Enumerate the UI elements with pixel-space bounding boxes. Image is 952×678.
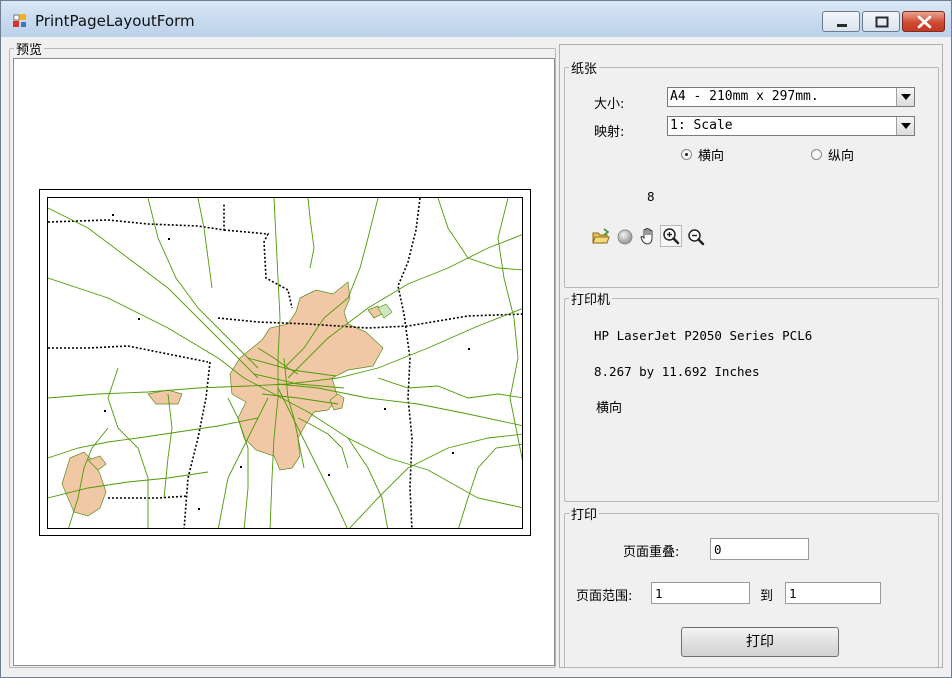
minimize-button[interactable] [822, 11, 860, 32]
chevron-down-icon [901, 94, 911, 100]
mapping-label: 映射: [594, 125, 625, 140]
range-to-input-value: 1 [789, 586, 797, 601]
chevron-down-icon [901, 123, 911, 129]
paper-dimensions: 8.267 by 11.692 Inches [594, 364, 760, 379]
map-page-frame[interactable] [39, 189, 531, 536]
app-window: PrintPageLayoutForm 预览 纸张 大小: A4 - 210mm… [0, 0, 952, 678]
preview-group-label: 预览 [16, 43, 43, 58]
range-from-input-value: 1 [655, 586, 663, 601]
form-icon [13, 14, 26, 27]
zoom-in-icon [663, 228, 680, 245]
window-title: PrintPageLayoutForm [35, 12, 195, 30]
lake [377, 303, 393, 319]
zoom-out-icon[interactable] [686, 227, 706, 247]
close-button[interactable] [902, 11, 945, 32]
page-range-label: 页面范围: [576, 589, 633, 604]
maximize-button[interactable] [862, 11, 900, 32]
range-to-input[interactable]: 1 [785, 582, 881, 604]
printer-name: HP LaserJet P2050 Series PCL6 [594, 328, 813, 343]
map-preview[interactable] [47, 197, 523, 529]
mapping-combobox-value: 1: Scale [670, 118, 733, 133]
landscape-radio-label[interactable]: 横向 [698, 145, 724, 164]
overlap-input[interactable]: 0 [710, 538, 809, 560]
paper-group-label: 纸张 [571, 62, 598, 77]
urban-areas [61, 281, 384, 517]
open-folder-icon[interactable] [591, 227, 611, 247]
map-image [48, 198, 522, 528]
portrait-radio-label[interactable]: 纵向 [828, 145, 854, 164]
printer-group: 打印机 [564, 289, 939, 502]
print-button[interactable]: 打印 [681, 627, 839, 657]
mapping-combobox[interactable]: 1: Scale [667, 116, 915, 136]
size-combobox[interactable]: A4 - 210mm x 297mm. [667, 87, 915, 107]
printer-orientation: 横向 [596, 401, 623, 416]
pan-hand-icon[interactable] [638, 226, 658, 246]
landscape-radio[interactable] [681, 149, 692, 160]
maximize-icon [875, 16, 889, 28]
portrait-radio[interactable] [811, 149, 822, 160]
mapping-dropdown-button[interactable] [896, 117, 914, 135]
size-label: 大小: [594, 97, 625, 112]
title-bar[interactable]: PrintPageLayoutForm [1, 1, 951, 37]
print-group-label: 打印 [571, 508, 598, 523]
page-count: 8 [647, 189, 655, 204]
close-icon [917, 15, 932, 29]
minimize-icon [837, 24, 847, 27]
overlap-input-value: 0 [714, 542, 722, 557]
size-dropdown-button[interactable] [896, 88, 914, 106]
range-to-label: 到 [760, 589, 774, 604]
size-combobox-value: A4 - 210mm x 297mm. [670, 89, 819, 104]
printer-group-label: 打印机 [571, 293, 611, 308]
zoom-in-tool[interactable] [660, 225, 682, 247]
range-from-input[interactable]: 1 [651, 582, 750, 604]
record-icon[interactable] [615, 227, 635, 247]
overlap-label: 页面重叠: [623, 545, 680, 560]
